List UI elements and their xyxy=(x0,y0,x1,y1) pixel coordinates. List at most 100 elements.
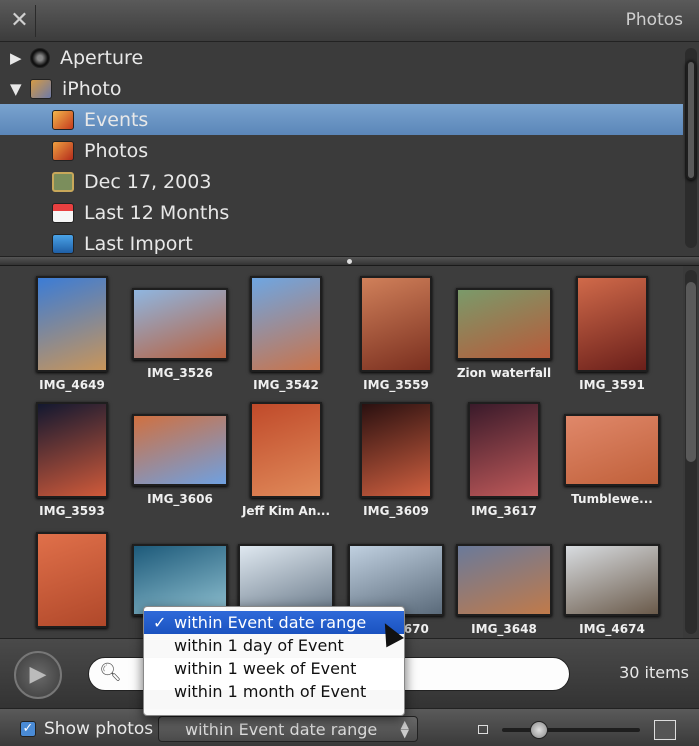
photo-image[interactable] xyxy=(250,402,322,498)
window-title: Photos xyxy=(625,10,683,30)
source-item-label: Events xyxy=(84,108,149,131)
photo-image[interactable] xyxy=(36,276,108,372)
source-list: ▶ Aperture ▼ iPhoto Events Photos Dec 17… xyxy=(0,42,699,256)
source-item-last-12-months[interactable]: Last 12 Months xyxy=(0,197,683,228)
menu-item[interactable]: within 1 day of Event xyxy=(144,634,404,657)
slider-knob[interactable] xyxy=(530,721,548,739)
source-item-last-import[interactable]: Last Import xyxy=(0,228,683,259)
photo-image[interactable] xyxy=(360,402,432,498)
source-item-label: Last Import xyxy=(84,232,193,255)
source-item-label: Photos xyxy=(84,139,149,162)
date-range-select[interactable]: within Event date range ▲ ▼ xyxy=(158,716,418,742)
menu-item[interactable]: within 1 week of Event xyxy=(144,657,404,680)
disclosure-triangle-icon[interactable]: ▼ xyxy=(10,80,24,98)
divider-handle-icon xyxy=(347,259,352,264)
calendar-date-icon xyxy=(52,171,74,192)
select-arrows-icon: ▲ ▼ xyxy=(400,718,409,740)
photo-image[interactable] xyxy=(564,414,660,486)
photo-caption: IMG_3617 xyxy=(471,504,537,518)
photo-thumbnail[interactable]: IMG_3609 xyxy=(340,402,452,518)
photo-caption: Jeff Kim An... xyxy=(241,504,331,518)
photo-caption: IMG_3542 xyxy=(253,378,319,392)
photo-thumbnail[interactable]: IMG_3591 xyxy=(556,276,668,392)
source-item-label: Dec 17, 2003 xyxy=(84,170,212,193)
title-bar: ✕ Photos xyxy=(0,0,699,42)
photo-caption: Zion waterfall xyxy=(456,366,552,380)
menu-item-label: within Event date range xyxy=(174,613,367,632)
photo-thumbnail[interactable]: IMG_3606 xyxy=(124,414,236,506)
photo-caption: Tumblewe... xyxy=(571,492,653,506)
events-icon xyxy=(52,109,74,130)
photo-caption: IMG_4649 xyxy=(39,378,105,392)
photo-caption: IMG_3606 xyxy=(147,492,213,506)
source-item-dec-17-2003[interactable]: Dec 17, 2003 xyxy=(0,166,683,197)
photo-caption: IMG_3591 xyxy=(579,378,645,392)
photo-thumbnail[interactable]: IMG_4649 xyxy=(16,276,128,392)
photo-caption: IMG_3559 xyxy=(363,378,429,392)
photo-caption: IMG_3648 xyxy=(471,622,537,636)
photo-thumbnail[interactable]: IMG_3648 xyxy=(448,544,560,636)
scrollbar-thumb[interactable] xyxy=(686,60,696,180)
photo-caption: IMG_3593 xyxy=(39,504,105,518)
close-button[interactable]: ✕ xyxy=(4,5,36,37)
source-item-label: Last 12 Months xyxy=(84,201,230,224)
play-icon: ▶ xyxy=(29,662,47,687)
select-value: within Event date range xyxy=(185,720,378,739)
photo-thumbnail[interactable]: Zion waterfall xyxy=(448,288,560,380)
photo-thumbnail[interactable]: IMG_4674 xyxy=(556,544,668,636)
source-item-iphoto[interactable]: ▼ iPhoto xyxy=(0,73,683,104)
search-icon[interactable]: 🔍︎ xyxy=(99,662,122,683)
split-view-divider[interactable] xyxy=(0,256,699,266)
photo-image[interactable] xyxy=(132,414,228,486)
photo-image[interactable] xyxy=(36,532,108,628)
small-thumbnail-icon xyxy=(478,725,488,734)
menu-item[interactable]: within 1 month of Event xyxy=(144,680,404,703)
aperture-icon xyxy=(30,47,50,68)
photo-image[interactable] xyxy=(360,276,432,372)
calendar-icon xyxy=(52,202,74,223)
source-item-label: iPhoto xyxy=(62,77,122,100)
photo-grid-scrollbar[interactable] xyxy=(685,270,697,634)
show-photos-checkbox[interactable]: ✓ xyxy=(20,721,36,737)
menu-item-label: within 1 week of Event xyxy=(174,659,357,678)
source-item-events[interactable]: Events xyxy=(0,104,683,135)
import-icon xyxy=(52,233,74,254)
scrollbar-thumb[interactable] xyxy=(686,282,696,462)
photo-thumbnail[interactable]: IMG_3542 xyxy=(230,276,342,392)
photo-caption: IMG_3526 xyxy=(147,366,213,380)
source-item-aperture[interactable]: ▶ Aperture xyxy=(0,42,683,73)
photo-thumbnail[interactable] xyxy=(16,532,128,634)
photo-caption: IMG_3609 xyxy=(363,504,429,518)
source-item-photos[interactable]: Photos xyxy=(0,135,683,166)
large-thumbnail-icon xyxy=(654,720,676,740)
source-list-scrollbar[interactable] xyxy=(685,48,697,248)
photo-image[interactable] xyxy=(576,276,648,372)
photo-thumbnail[interactable]: IMG_3617 xyxy=(448,402,560,518)
photo-image[interactable] xyxy=(132,288,228,360)
photo-thumbnail[interactable]: IMG_3559 xyxy=(340,276,452,392)
photo-image[interactable] xyxy=(468,402,540,498)
show-photos-label: Show photos xyxy=(44,719,154,739)
menu-item[interactable]: ✓ within Event date range xyxy=(144,611,404,634)
photo-image[interactable] xyxy=(250,276,322,372)
photos-icon xyxy=(52,140,74,161)
close-icon: ✕ xyxy=(10,8,29,33)
photo-grid: IMG_4649 IMG_3526 IMG_3542 IMG_3559 Zion wat… xyxy=(0,266,683,638)
date-range-menu: ✓ within Event date range within 1 day of … xyxy=(143,606,405,716)
photo-thumbnail[interactable]: Tumblewe... xyxy=(556,414,668,506)
photo-caption: IMG_4674 xyxy=(579,622,645,636)
play-slideshow-button[interactable]: ▶ xyxy=(14,651,62,699)
photo-image[interactable] xyxy=(564,544,660,616)
items-count: 30 items xyxy=(619,663,689,682)
photo-thumbnail[interactable]: IMG_3593 xyxy=(16,402,128,518)
checkmark-icon: ✓ xyxy=(153,613,167,632)
photo-thumbnail[interactable]: IMG_3526 xyxy=(124,288,236,380)
photo-image[interactable] xyxy=(456,288,552,360)
photo-thumbnail[interactable]: Jeff Kim An... xyxy=(230,402,342,518)
source-item-label: Aperture xyxy=(60,46,144,69)
thumbnail-size-slider[interactable] xyxy=(502,728,640,732)
iphoto-icon xyxy=(30,78,52,99)
disclosure-triangle-icon[interactable]: ▶ xyxy=(10,49,24,67)
photo-image[interactable] xyxy=(456,544,552,616)
photo-image[interactable] xyxy=(36,402,108,498)
